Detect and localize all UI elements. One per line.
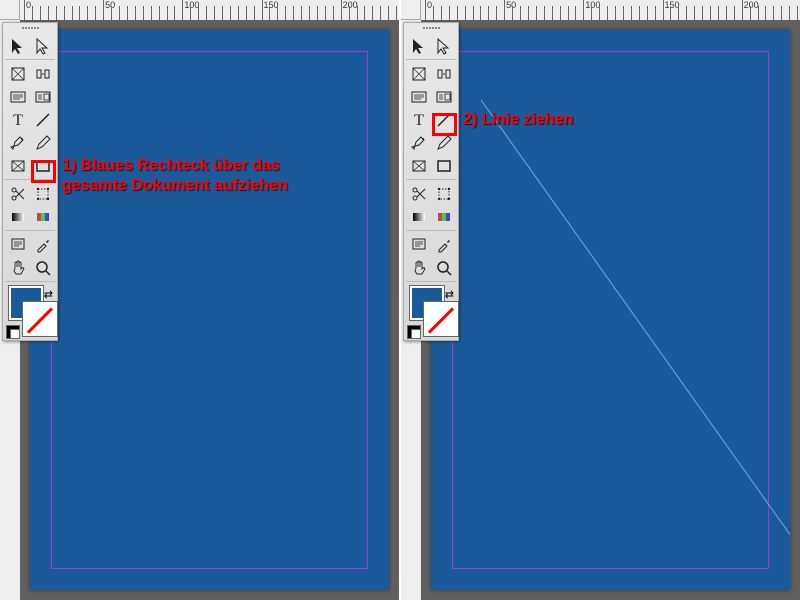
ruler-origin [0, 0, 20, 20]
ruler-label: 0 [26, 0, 31, 10]
page-content-tool[interactable] [5, 85, 30, 108]
zoom-tool[interactable] [30, 256, 55, 279]
svg-text:T: T [13, 112, 23, 129]
type-tool[interactable]: T [406, 108, 431, 131]
zoom-tool[interactable] [431, 256, 456, 279]
selection-tool[interactable] [406, 34, 431, 57]
drawn-line[interactable] [481, 100, 790, 550]
gap-tool[interactable] [30, 62, 55, 85]
tools-panel[interactable]: T ⇄ [2, 22, 58, 341]
page-content-alt-tool[interactable] [30, 85, 55, 108]
hand-tool[interactable] [5, 256, 30, 279]
horizontal-ruler[interactable]: 050100150200 [20, 0, 399, 20]
gradient-swatch-tool[interactable] [406, 205, 431, 228]
rectangle-tool[interactable] [30, 154, 55, 177]
color-theme-tool[interactable] [30, 205, 55, 228]
ruler-label: 0 [427, 0, 432, 10]
stroke-swatch[interactable] [424, 302, 458, 336]
note-tool[interactable] [5, 233, 30, 256]
svg-text:T: T [414, 112, 424, 129]
page-tool[interactable] [406, 62, 431, 85]
ruler-label: 200 [343, 0, 358, 10]
panel-grip[interactable] [406, 25, 456, 31]
eyedropper-tool[interactable] [431, 233, 456, 256]
rectangle-tool[interactable] [431, 154, 456, 177]
hand-tool[interactable] [406, 256, 431, 279]
ruler-label: 100 [585, 0, 600, 10]
ruler-label: 150 [665, 0, 680, 10]
ruler-label: 100 [184, 0, 199, 10]
gradient-swatch-tool[interactable] [5, 205, 30, 228]
direct-selection-tool[interactable] [30, 34, 55, 57]
page-tool[interactable] [5, 62, 30, 85]
page-content-tool[interactable] [406, 85, 431, 108]
fill-stroke-swatches[interactable]: ⇄ [406, 286, 456, 338]
stroke-swatch[interactable] [23, 302, 57, 336]
line-tool[interactable] [431, 108, 456, 131]
fill-stroke-swatches[interactable]: ⇄ [5, 286, 55, 338]
frame-rectangle-tool[interactable] [406, 154, 431, 177]
gap-tool[interactable] [431, 62, 456, 85]
type-tool[interactable]: T [5, 108, 30, 131]
pen-tool[interactable] [5, 131, 30, 154]
color-theme-tool[interactable] [431, 205, 456, 228]
ruler-origin [401, 0, 421, 20]
eyedropper-tool[interactable] [30, 233, 55, 256]
pencil-tool[interactable] [30, 131, 55, 154]
pencil-tool[interactable] [431, 131, 456, 154]
direct-selection-tool[interactable] [431, 34, 456, 57]
horizontal-ruler[interactable]: 050100150200 [421, 0, 800, 20]
ruler-label: 150 [264, 0, 279, 10]
free-transform-tool[interactable] [30, 182, 55, 205]
panel-grip[interactable] [5, 25, 55, 31]
tools-panel[interactable]: T ⇄ [403, 22, 459, 341]
frame-rectangle-tool[interactable] [5, 154, 30, 177]
swap-fill-stroke-icon[interactable]: ⇄ [445, 288, 454, 301]
free-transform-tool[interactable] [431, 182, 456, 205]
canvas-area[interactable] [421, 20, 800, 600]
scissors-tool[interactable] [5, 182, 30, 205]
line-tool[interactable] [30, 108, 55, 131]
canvas-area[interactable] [20, 20, 399, 600]
right-panel: 050100150200 T ⇄ 2) Linie ziehen [399, 0, 800, 600]
default-fill-stroke-icon[interactable] [7, 326, 19, 338]
document-page[interactable] [30, 30, 389, 590]
swap-fill-stroke-icon[interactable]: ⇄ [44, 288, 53, 301]
annotation-text: 2) Linie ziehen [463, 110, 573, 130]
ruler-label: 200 [744, 0, 759, 10]
note-tool[interactable] [406, 233, 431, 256]
default-fill-stroke-icon[interactable] [408, 326, 420, 338]
pen-tool[interactable] [406, 131, 431, 154]
scissors-tool[interactable] [406, 182, 431, 205]
selection-tool[interactable] [5, 34, 30, 57]
left-panel: 050100150200 T ⇄ 1) Blaues Rechteck über… [0, 0, 399, 600]
page-content-alt-tool[interactable] [431, 85, 456, 108]
annotation-text: 1) Blaues Rechteck über dasgesamte Dokum… [62, 156, 288, 196]
